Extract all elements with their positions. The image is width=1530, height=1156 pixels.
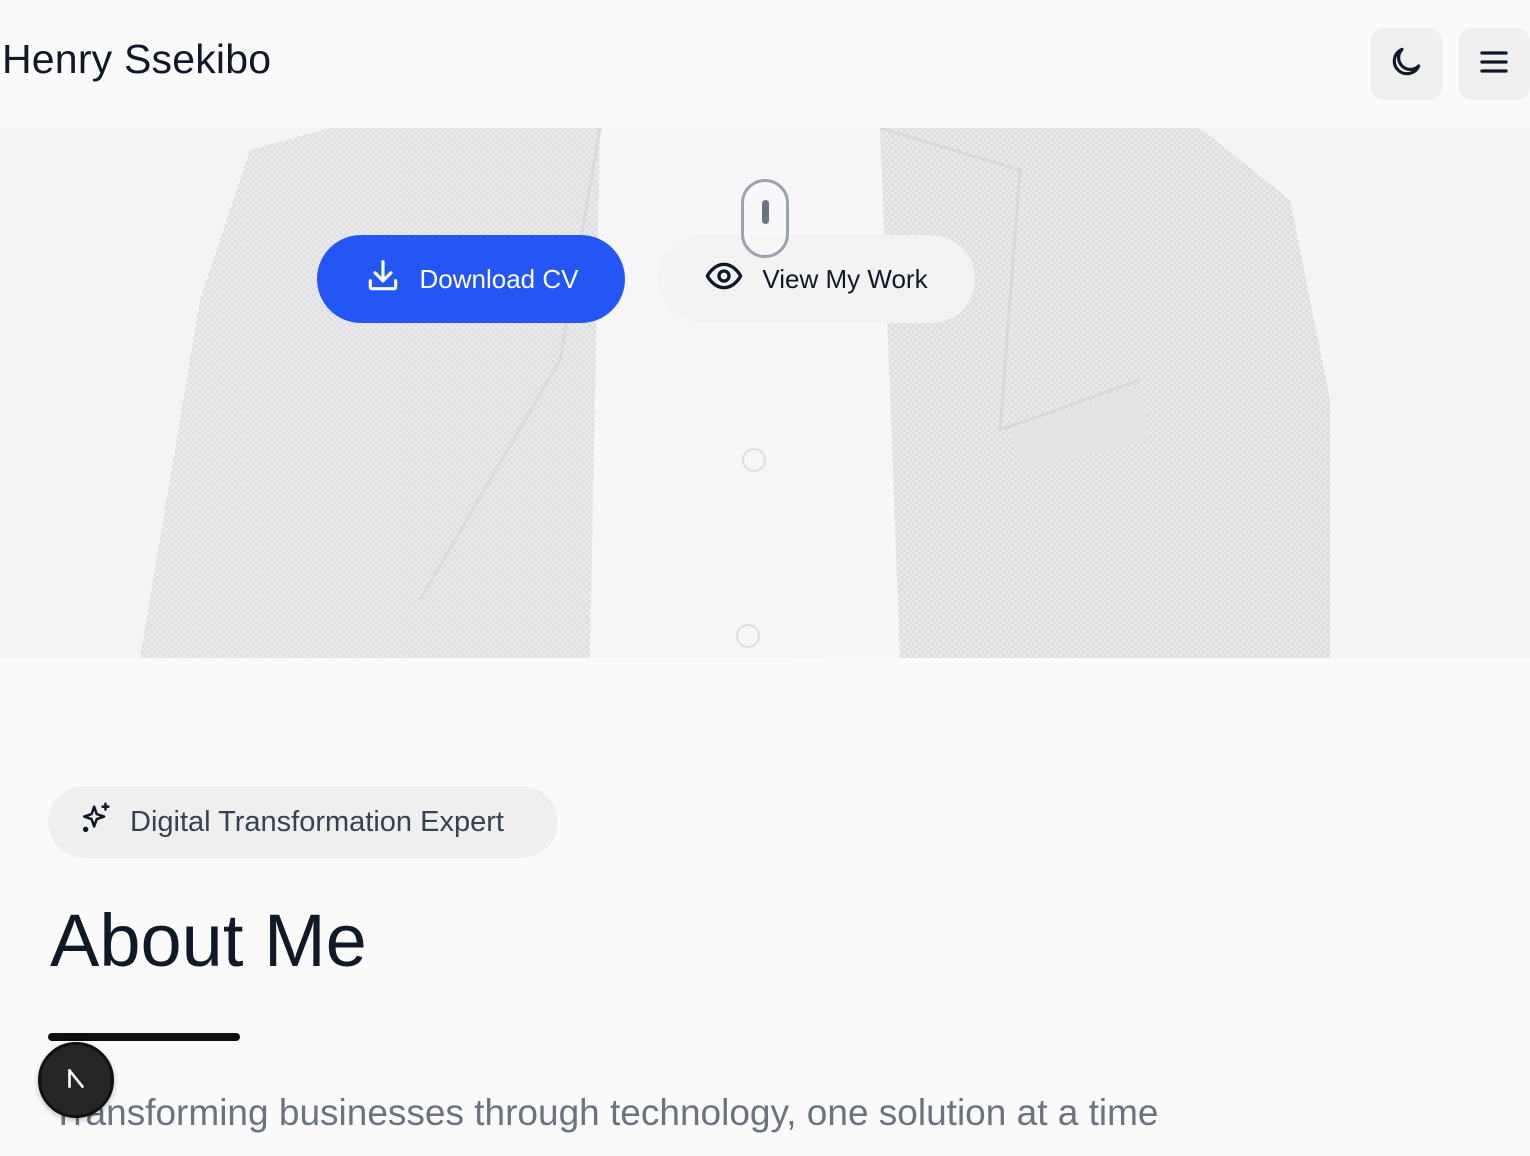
floating-action-button[interactable] [38, 1042, 114, 1118]
page: Download CV View My Work Henry Ssekibo D… [0, 0, 1530, 1156]
mouse-scroll-icon [741, 179, 789, 258]
theme-toggle-button[interactable] [1370, 28, 1442, 100]
about-tagline: Transforming businesses through technolo… [52, 1092, 1159, 1133]
arrow-up-left-icon [63, 1065, 89, 1096]
expertise-badge: Digital Transformation Expert [48, 786, 558, 858]
view-my-work-button[interactable]: View My Work [657, 235, 975, 323]
about-title: About Me [50, 899, 367, 982]
download-icon [364, 257, 402, 302]
eye-icon [704, 256, 744, 303]
moon-icon [1387, 43, 1425, 86]
expertise-badge-label: Digital Transformation Expert [130, 805, 504, 838]
hamburger-menu-icon [1476, 44, 1512, 85]
menu-button[interactable] [1458, 28, 1530, 100]
download-cv-label: Download CV [419, 263, 579, 294]
sparkles-icon [80, 801, 114, 843]
site-brand[interactable]: Henry Ssekibo [2, 36, 271, 83]
view-my-work-label: View My Work [762, 263, 928, 294]
download-cv-button[interactable]: Download CV [317, 235, 625, 323]
site-header: Henry Ssekibo [0, 0, 1530, 128]
title-underline [48, 1033, 240, 1041]
scroll-wheel [762, 200, 769, 224]
